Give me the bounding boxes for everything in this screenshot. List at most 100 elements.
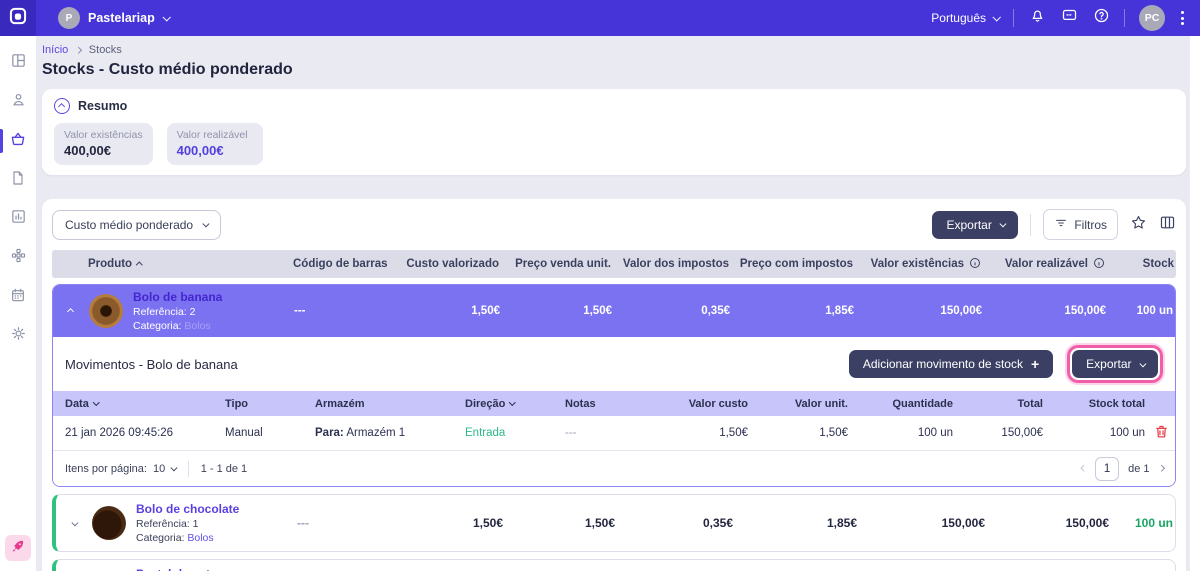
topbar-actions: Português PC [931, 5, 1200, 31]
product-image [92, 506, 126, 540]
breadcrumb: Início Stocks [42, 44, 1186, 56]
col-tipo: Tipo [225, 397, 249, 410]
company-name: Pastelariap [88, 11, 155, 25]
product-row-bolo-de-banana[interactable]: Bolo de banana Referência: 2 Categoria: … [53, 285, 1175, 337]
sort-desc-icon [92, 399, 100, 406]
category-link[interactable]: Bolos [187, 532, 213, 544]
help-button[interactable] [1092, 7, 1110, 29]
breadcrumb-current: Stocks [88, 44, 122, 56]
movement-unit-value: 1,50€ [819, 427, 848, 439]
user-avatar[interactable]: PC [1139, 5, 1165, 31]
col-produto[interactable]: Produto [88, 258, 293, 270]
product-row-pastel-de-nata[interactable]: Pastel de nata Referência: 4 Categoria: … [52, 559, 1176, 571]
company-switcher[interactable]: P Pastelariap [58, 7, 171, 29]
expand-row-button[interactable] [56, 519, 92, 526]
stock-cell: 100 un [1134, 516, 1173, 530]
favorite-view-button[interactable] [1130, 214, 1147, 236]
filter-icon [1054, 216, 1068, 233]
sidebar-item-calendar[interactable] [0, 282, 36, 312]
sidebar-item-integrations[interactable] [0, 243, 36, 273]
chevron-down-icon [999, 220, 1006, 227]
col-data[interactable]: Data [65, 398, 225, 410]
filters-button[interactable]: Filtros [1043, 209, 1118, 240]
export-label: Exportar [946, 217, 992, 232]
col-direcao[interactable]: Direção [465, 398, 565, 410]
more-menu-button[interactable] [1179, 9, 1186, 27]
summary-panel: Resumo Valor existências 400,00€ Valor r… [42, 89, 1186, 175]
delete-movement-button[interactable] [1147, 424, 1175, 442]
sidebar-item-dashboard[interactable] [0, 48, 36, 78]
movements-table-header: Data Tipo Armazém Direção Notas Valor cu… [53, 391, 1175, 416]
document-icon [10, 170, 26, 191]
columns-icon [1159, 214, 1176, 236]
chevron-down-icon [170, 464, 178, 471]
info-icon[interactable] [1093, 257, 1105, 272]
previous-page-button[interactable] [1080, 465, 1088, 472]
stat-value: 400,00€ [64, 143, 111, 158]
col-stock: Stock [1142, 258, 1174, 270]
collapse-summary-button[interactable] [54, 98, 70, 114]
columns-settings-button[interactable] [1159, 214, 1176, 236]
language-selector[interactable]: Português [931, 11, 1001, 25]
movements-title: Movimentos - Bolo de banana [65, 356, 238, 372]
items-per-page-label: Itens por página: [65, 462, 147, 475]
notifications-button[interactable] [1028, 9, 1046, 27]
product-reference: Referência: 2 [133, 305, 196, 318]
divider [1124, 9, 1125, 27]
movement-date: 21 jan 2026 09:45:26 [65, 427, 174, 439]
movements-export-label: Exportar [1086, 357, 1132, 371]
col-preco-venda: Preço venda unit. [515, 258, 611, 270]
sidebar-item-reports[interactable] [0, 204, 36, 234]
product-name: Bolo de banana [133, 289, 223, 304]
scrollbar-track[interactable] [1189, 36, 1200, 571]
barcode-cell: --- [297, 516, 309, 530]
breadcrumb-home[interactable]: Início [42, 44, 68, 56]
product-name: Bolo de chocolate [136, 501, 240, 516]
pagination-range: 1 - 1 de 1 [200, 462, 248, 475]
product-row-bolo-de-chocolate[interactable]: Bolo de chocolate Referência: 1 Categori… [52, 494, 1176, 552]
dashboard-icon [10, 52, 27, 74]
col-codigo-barras: Código de barras [293, 258, 388, 270]
company-avatar: P [58, 7, 80, 29]
valuation-method-select[interactable]: Custo médio ponderado [52, 209, 221, 240]
chevron-down-icon [71, 519, 78, 526]
messages-button[interactable] [1060, 9, 1078, 27]
movement-total: 150,00€ [1001, 427, 1043, 439]
movement-quantity: 100 un [917, 427, 953, 439]
valuation-method-value: Custo médio ponderado [65, 217, 194, 232]
add-stock-movement-button[interactable]: Adicionar movimento de stock + [848, 350, 1054, 378]
sidebar-item-contacts[interactable] [0, 87, 36, 117]
trash-icon [1154, 424, 1169, 442]
col-valor-impostos: Valor dos impostos [622, 258, 729, 270]
product-image [89, 294, 123, 328]
category-label: Categoria: [136, 532, 185, 545]
realizable-value-cell: 150,00€ [1064, 305, 1106, 317]
sidebar-item-sales[interactable] [0, 126, 36, 156]
cost-cell: 1,50€ [472, 516, 503, 530]
items-per-page-value: 10 [152, 462, 166, 475]
chevron-down-icon [1139, 360, 1146, 367]
stat-realizable-value: Valor realizável 400,00€ [166, 123, 263, 165]
category-link[interactable]: Bolos [184, 320, 210, 332]
chevron-right-icon [75, 46, 82, 54]
onboarding-launcher[interactable] [5, 535, 31, 561]
info-icon[interactable] [969, 257, 981, 272]
category-label: Categoria: [133, 320, 182, 333]
next-page-button[interactable] [1157, 465, 1164, 472]
app-window: P Pastelariap Português PC Início Stocks… [0, 0, 1200, 571]
sidebar-item-settings[interactable] [0, 321, 36, 351]
collapse-row-button[interactable] [53, 308, 89, 315]
chevron-up-icon [58, 103, 65, 110]
export-button[interactable]: Exportar [932, 210, 1019, 239]
language-label: Português [931, 11, 986, 25]
plus-icon: + [1030, 356, 1040, 372]
items-per-page-select[interactable]: Itens por página: 10 [65, 462, 178, 475]
current-page-box[interactable]: 1 [1095, 456, 1120, 481]
logo-icon [8, 6, 28, 31]
app-logo[interactable] [0, 0, 36, 36]
sort-asc-icon [136, 262, 143, 269]
taxes-cell: 0,35€ [702, 516, 733, 530]
movements-export-button[interactable]: Exportar [1072, 350, 1158, 378]
sidebar-item-documents[interactable] [0, 165, 36, 195]
help-icon [1093, 7, 1110, 29]
